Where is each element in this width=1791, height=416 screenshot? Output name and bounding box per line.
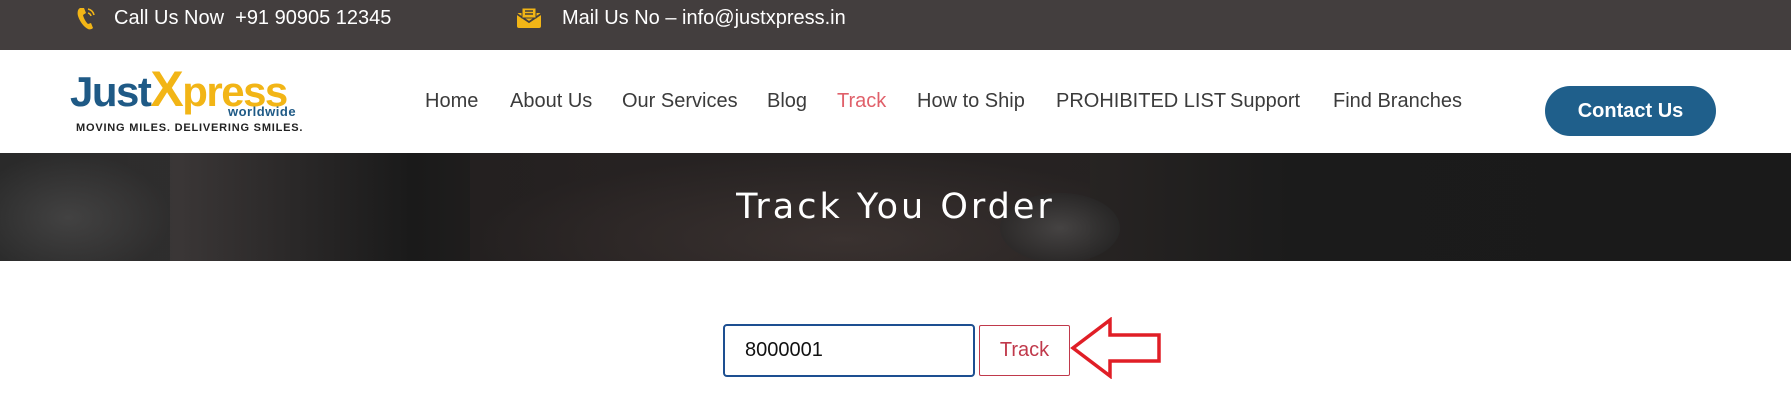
page-title: Track You Order: [736, 187, 1055, 227]
nav-our-services[interactable]: Our Services: [622, 90, 738, 113]
contact-us-button[interactable]: Contact Us: [1545, 86, 1716, 136]
page-banner: Track You Order: [0, 153, 1791, 261]
call-text: Call Us Now +91 90905 12345: [114, 6, 392, 29]
phone-icon: [76, 5, 96, 31]
envelope-icon: [516, 7, 542, 29]
nav-find-branches[interactable]: Find Branches: [1333, 90, 1462, 113]
tracking-number-input[interactable]: [723, 324, 975, 377]
top-bar: Call Us Now +91 90905 12345 Mail Us No –…: [0, 0, 1791, 50]
nav-prohibited-list[interactable]: PROHIBITED LIST: [1056, 90, 1226, 113]
mail-info[interactable]: Mail Us No – info@justxpress.in: [516, 0, 846, 36]
logo[interactable]: JustXpress worldwide MOVING MILES. DELIV…: [70, 64, 310, 138]
site-header: JustXpress worldwide MOVING MILES. DELIV…: [0, 50, 1791, 153]
nav-how-to-ship[interactable]: How to Ship: [917, 90, 1025, 113]
logo-subtitle: worldwide: [228, 104, 297, 119]
call-info[interactable]: Call Us Now +91 90905 12345: [76, 0, 391, 36]
track-button[interactable]: Track: [979, 325, 1070, 376]
nav-support[interactable]: Support: [1230, 90, 1300, 113]
nav-about-us[interactable]: About Us: [510, 90, 592, 113]
logo-tagline: MOVING MILES. DELIVERING SMILES.: [76, 122, 304, 134]
logo-just: Just: [70, 68, 152, 115]
mail-text: Mail Us No – info@justxpress.in: [562, 6, 846, 29]
logo-x: X: [150, 61, 183, 117]
nav-track[interactable]: Track: [837, 90, 886, 113]
nav-home[interactable]: Home: [425, 90, 478, 113]
red-arrow-icon: [1070, 317, 1161, 379]
nav-blog[interactable]: Blog: [767, 90, 807, 113]
